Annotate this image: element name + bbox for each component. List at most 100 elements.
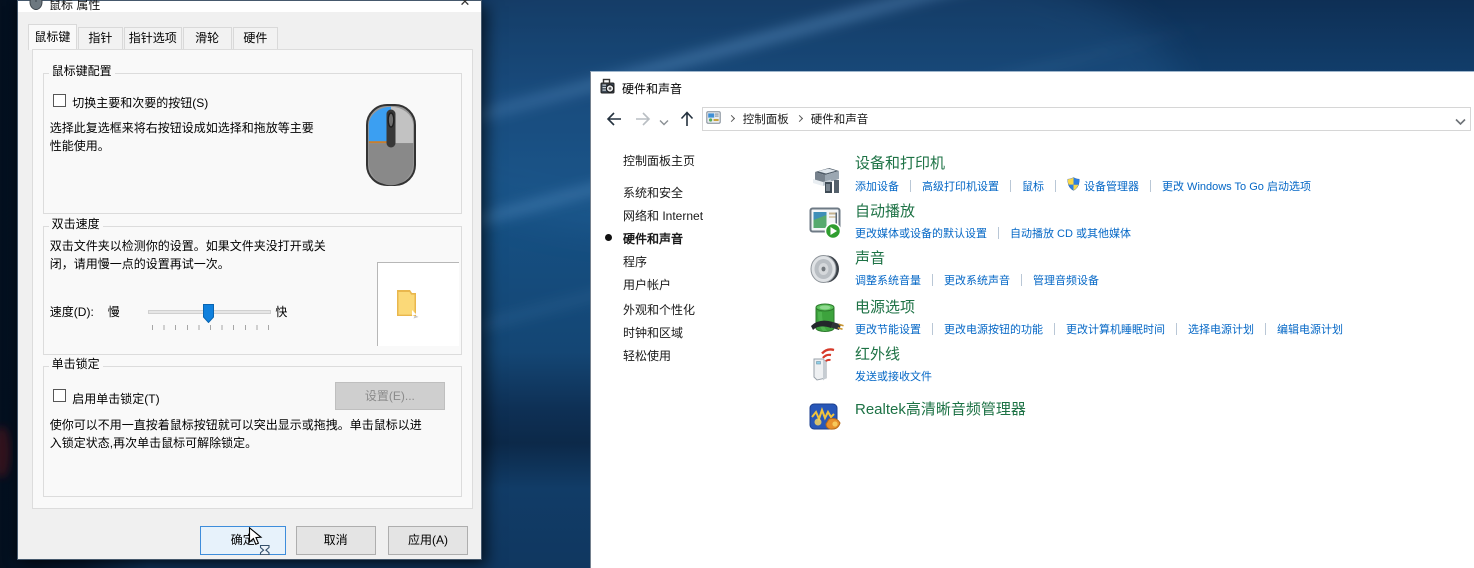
control-panel-titlebar[interactable]: 硬件和声音 [591, 72, 1474, 102]
link-separator [1021, 274, 1022, 286]
link-separator [932, 274, 933, 286]
link-separator [1054, 323, 1055, 335]
sidebar-item-system-security[interactable]: 系统和安全 [623, 184, 683, 201]
navigation-bar: 控制面板 硬件和声音 [591, 102, 1474, 141]
link-separator [1010, 180, 1011, 192]
apply-button[interactable]: 应用(A) [388, 526, 468, 555]
tab-pointers[interactable]: 指针 [78, 27, 123, 50]
mouse-properties-dialog: 鼠标 属性 ✕ 鼠标键 指针 指针选项 滑轮 硬件 鼠标键配置 切换主要和次要的… [17, 0, 482, 560]
speed-slow-label: 慢 [108, 303, 120, 320]
tab-hardware[interactable]: 硬件 [233, 27, 278, 50]
task-link[interactable]: 调整系统音量 [855, 272, 921, 288]
realtek-audio-icon[interactable] [809, 403, 842, 434]
category-heading[interactable]: 电源选项 [855, 300, 1343, 316]
tab-mouse-buttons[interactable]: 鼠标键 [28, 24, 77, 50]
speed-slider-thumb[interactable] [203, 304, 214, 326]
close-icon[interactable]: ✕ [450, 0, 480, 12]
control-panel-content: 控制面板主页 系统和安全 网络和 Internet 硬件和声音 程序 用户帐户 … [591, 141, 1474, 568]
task-link[interactable]: 鼠标 [1022, 178, 1044, 194]
cp-item-realtek-audio: Realtek高清晰音频管理器 [855, 402, 1026, 418]
task-link[interactable]: 高级打印机设置 [922, 178, 999, 194]
task-link[interactable]: 自动播放 CD 或其他媒体 [1010, 225, 1131, 241]
up-button-icon[interactable] [679, 110, 695, 131]
sidebar-item-hardware-sound[interactable]: 硬件和声音 [623, 230, 683, 247]
cp-item-devices-printers: 设备和打印机 添加设备 高级打印机设置 鼠标 设备管理器 更改 Windows … [855, 156, 1311, 194]
description-line: 闭，请用慢一点的设置再试一次。 [50, 256, 326, 274]
tab-label: 指针 [88, 31, 112, 45]
tab-label: 鼠标键 [34, 30, 70, 44]
tab-wheel[interactable]: 滑轮 [183, 27, 232, 50]
category-heading[interactable]: 设备和打印机 [855, 156, 1311, 172]
task-link-device-manager[interactable]: 设备管理器 [1067, 177, 1139, 194]
task-link[interactable]: 管理音频设备 [1033, 272, 1099, 288]
cp-item-sound: 声音 调整系统音量 更改系统声音 管理音频设备 [855, 251, 1099, 288]
breadcrumb-control-panel[interactable]: 控制面板 [743, 111, 789, 127]
task-link[interactable]: 发送或接收文件 [855, 368, 932, 384]
task-link[interactable]: 更改媒体或设备的默认设置 [855, 225, 987, 241]
task-link[interactable]: 更改 Windows To Go 启动选项 [1162, 178, 1311, 194]
task-link[interactable]: 更改节能设置 [855, 321, 921, 337]
click-lock-checkbox-label[interactable]: 启用单击锁定(T) [72, 390, 159, 407]
infrared-icon[interactable] [809, 347, 841, 385]
click-lock-settings-button[interactable]: 设置(E)... [335, 382, 445, 410]
sidebar-item-programs[interactable]: 程序 [623, 253, 647, 270]
sidebar-item-network-internet[interactable]: 网络和 Internet [623, 207, 703, 224]
dialog-titlebar[interactable]: 鼠标 属性 ✕ [18, 1, 481, 12]
cancel-button[interactable]: 取消 [296, 526, 376, 555]
breadcrumb-chevron-icon [728, 115, 735, 122]
power-options-icon[interactable] [809, 302, 845, 339]
control-panel-window: 硬件和声音 控制面 [590, 71, 1474, 568]
task-link[interactable]: 更改系统声音 [944, 272, 1010, 288]
control-panel-icon [706, 110, 721, 128]
back-button-icon[interactable] [605, 111, 623, 130]
switch-buttons-checkbox[interactable] [53, 94, 66, 107]
address-bar[interactable]: 控制面板 硬件和声音 [702, 107, 1471, 131]
link-separator [1176, 323, 1177, 335]
task-link[interactable]: 更改电源按钮的功能 [944, 321, 1043, 337]
link-separator [932, 323, 933, 335]
forward-button-icon[interactable] [634, 111, 652, 130]
button-config-description: 选择此复选框来将右按钮设成如选择和拖放等主要 性能使用。 [50, 120, 314, 155]
description-line: 性能使用。 [50, 138, 314, 156]
dialog-title: 鼠标 属性 [49, 0, 100, 13]
tab-label: 指针选项 [129, 31, 177, 45]
task-link[interactable]: 选择电源计划 [1188, 321, 1254, 337]
category-heading[interactable]: 自动播放 [855, 204, 1131, 220]
sidebar-item-clock-region[interactable]: 时钟和区域 [623, 324, 683, 341]
speed-label: 速度(D): [50, 303, 94, 320]
group-button-config-title: 鼠标键配置 [49, 65, 115, 78]
sidebar-item-ease-of-access[interactable]: 轻松使用 [623, 347, 671, 364]
category-heading[interactable]: 声音 [855, 251, 1099, 267]
sidebar-item-home[interactable]: 控制面板主页 [623, 152, 695, 169]
click-lock-checkbox[interactable] [53, 389, 66, 402]
recent-pages-chevron-icon[interactable] [659, 115, 669, 129]
task-link[interactable]: 更改计算机睡眠时间 [1066, 321, 1165, 337]
sound-icon[interactable] [809, 252, 841, 289]
category-heading[interactable]: 红外线 [855, 347, 932, 363]
description-line: 使你可以不用一直按着鼠标按钮就可以突出显示或拖拽。单击鼠标以进 [50, 417, 422, 435]
tab-pointer-options[interactable]: 指针选项 [124, 27, 182, 50]
task-link-label: 设备管理器 [1084, 178, 1139, 194]
group-click-lock-title: 单击锁定 [49, 358, 103, 371]
address-dropdown-icon[interactable] [1455, 115, 1466, 129]
devices-printers-icon[interactable] [809, 162, 843, 198]
link-separator [910, 180, 911, 192]
sidebar-item-appearance[interactable]: 外观和个性化 [623, 301, 695, 318]
group-double-click-title: 双击速度 [49, 218, 103, 231]
category-heading[interactable]: Realtek高清晰音频管理器 [855, 402, 1026, 418]
sidebar-item-user-accounts[interactable]: 用户帐户 [623, 276, 671, 293]
mouse-cursor [248, 527, 274, 558]
breadcrumb-hardware-and-sound[interactable]: 硬件和声音 [811, 111, 869, 127]
tab-label: 硬件 [243, 31, 267, 45]
task-link[interactable]: 添加设备 [855, 178, 899, 194]
switch-buttons-checkbox-label[interactable]: 切换主要和次要的按钮(S) [72, 94, 208, 111]
description-line: 双击文件夹以检测你的设置。如果文件夹没打开或关 [50, 238, 326, 256]
double-click-description: 双击文件夹以检测你的设置。如果文件夹没打开或关 闭，请用慢一点的设置再试一次。 [50, 238, 326, 273]
link-separator [998, 227, 999, 239]
autoplay-icon[interactable] [809, 207, 843, 243]
breadcrumb-chevron-icon [796, 115, 803, 122]
window-title: 硬件和声音 [622, 80, 682, 97]
task-link[interactable]: 编辑电源计划 [1277, 321, 1343, 337]
link-separator [1055, 180, 1056, 192]
cp-item-infrared: 红外线 发送或接收文件 [855, 347, 932, 384]
